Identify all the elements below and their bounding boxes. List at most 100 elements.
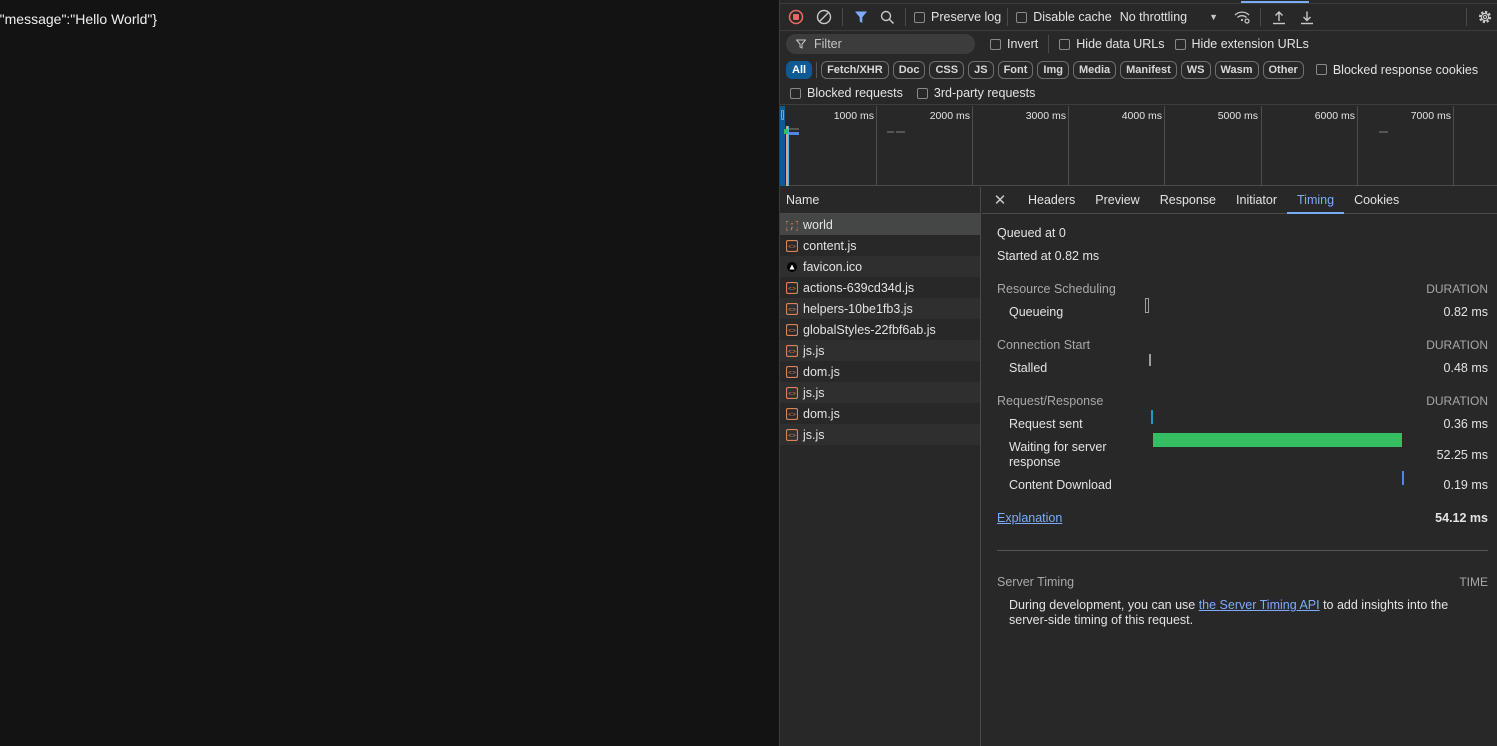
started-at-text: Started at 0.82 ms <box>997 249 1100 263</box>
timing-row-queueing: Queueing 0.82 ms <box>1009 305 1488 319</box>
export-har-button[interactable] <box>1295 6 1319 28</box>
request-row[interactable]: favicon.ico <box>780 256 980 277</box>
search-button[interactable] <box>875 6 899 28</box>
request-name: favicon.ico <box>803 259 863 274</box>
invert-checkbox[interactable]: Invert <box>990 37 1038 51</box>
script-file-icon: <> <box>786 323 798 336</box>
filter-input[interactable]: Filter <box>786 34 975 54</box>
response-body-text: {"message":"Hello World"} <box>0 11 158 27</box>
script-file-icon: <> <box>786 428 798 441</box>
type-filter-wasm[interactable]: Wasm <box>1214 60 1259 79</box>
explanation-link[interactable]: Explanation <box>997 511 1062 525</box>
server-timing-api-link[interactable]: the Server Timing API <box>1199 598 1320 612</box>
preserve-log-checkbox[interactable]: Preserve log <box>914 10 1001 24</box>
timing-bar <box>1152 433 1403 447</box>
tab-cookies[interactable]: Cookies <box>1344 187 1409 213</box>
timing-bar <box>1402 471 1405 485</box>
download-icon <box>1301 11 1314 24</box>
timeline-tick-label: 3000 ms <box>1025 110 1066 122</box>
request-row[interactable]: <> js.js <box>780 340 980 361</box>
section-request-response: Request/Response DURATION <box>997 394 1488 408</box>
settings-button[interactable] <box>1473 6 1497 28</box>
tab-initiator[interactable]: Initiator <box>1226 187 1287 213</box>
json-file-icon: {;} <box>786 219 798 231</box>
type-filter-all[interactable]: All <box>786 60 813 79</box>
wifi-settings-icon <box>1234 11 1250 24</box>
timeline-tick-label: 1000 ms <box>833 110 874 122</box>
name-column-header[interactable]: Name <box>780 187 980 214</box>
disable-cache-checkbox[interactable]: Disable cache <box>1016 10 1112 24</box>
third-party-requests-checkbox[interactable]: 3rd-party requests <box>916 86 1035 100</box>
svg-text:<>: <> <box>788 285 796 292</box>
type-filter-css[interactable]: CSS <box>929 60 965 79</box>
request-row[interactable]: <> dom.js <box>780 361 980 382</box>
request-row[interactable]: <> content.js <box>780 235 980 256</box>
request-row[interactable]: <> dom.js <box>780 403 980 424</box>
svg-text:<>: <> <box>788 411 796 418</box>
request-row[interactable]: <> actions-639cd34d.js <box>780 277 980 298</box>
type-filter-doc[interactable]: Doc <box>892 60 926 79</box>
svg-text:<>: <> <box>788 390 796 397</box>
network-toolbar: Preserve log Disable cache No throttling… <box>780 4 1497 31</box>
type-filter-media[interactable]: Media <box>1072 60 1117 79</box>
timeline-handle-grip <box>781 110 784 120</box>
clear-button[interactable] <box>812 6 836 28</box>
request-name: dom.js <box>803 364 840 379</box>
divider <box>997 550 1488 551</box>
request-name: js.js <box>803 343 825 358</box>
tab-response[interactable]: Response <box>1150 187 1226 213</box>
timeline-gridline <box>1068 106 1069 186</box>
upload-icon <box>1273 10 1286 24</box>
script-file-icon: <> <box>786 344 798 357</box>
request-name: globalStyles-22fbf6ab.js <box>803 322 936 337</box>
request-row[interactable]: <> js.js <box>780 424 980 445</box>
tab-timing[interactable]: Timing <box>1287 187 1345 214</box>
type-filter-fetch-xhr[interactable]: Fetch/XHR <box>821 60 889 79</box>
svg-text:<>: <> <box>788 432 796 439</box>
request-name: js.js <box>803 427 825 442</box>
gear-icon <box>1478 10 1492 24</box>
close-detail-button[interactable]: ✕ <box>982 187 1018 213</box>
image-file-icon <box>786 261 798 273</box>
request-row[interactable]: <> helpers-10be1fb3.js <box>780 298 980 319</box>
filter-icon <box>855 11 867 23</box>
type-filter-manifest[interactable]: Manifest <box>1120 60 1177 79</box>
request-name: world <box>803 217 833 232</box>
request-row[interactable]: <> js.js <box>780 382 980 403</box>
type-filter-other[interactable]: Other <box>1262 60 1304 79</box>
tab-headers[interactable]: Headers <box>1018 187 1085 213</box>
queued-at-text: Queued at 0 <box>997 226 1066 240</box>
filter-bar: Filter Invert Hide data URLs Hide extens… <box>780 31 1497 57</box>
chevron-down-icon: ▼ <box>1209 12 1219 22</box>
blocked-response-cookies-checkbox[interactable]: Blocked response cookies <box>1315 63 1478 77</box>
record-button[interactable] <box>784 6 808 28</box>
request-row[interactable]: <> globalStyles-22fbf6ab.js <box>780 319 980 340</box>
tab-preview[interactable]: Preview <box>1085 187 1149 213</box>
timing-bar <box>1151 410 1154 424</box>
timing-row-waiting-duration: 52.25 ms <box>1436 448 1488 462</box>
script-file-icon: <> <box>786 386 798 399</box>
request-list: Name {;} world <> content.js favicon.ico <> ac… <box>780 187 981 746</box>
request-name: actions-639cd34d.js <box>803 280 915 295</box>
hide-data-urls-checkbox[interactable]: Hide data URLs <box>1059 37 1165 51</box>
timeline-request-bar <box>784 129 788 134</box>
detail-tabs: ✕ Headers Preview Response Initiator Tim… <box>982 187 1497 214</box>
svg-text:<>: <> <box>788 369 796 376</box>
type-filter-ws[interactable]: WS <box>1180 60 1211 79</box>
type-filter-js[interactable]: JS <box>968 60 994 79</box>
type-filter-font[interactable]: Font <box>997 60 1034 79</box>
throttling-select[interactable]: No throttling ▼ <box>1120 10 1218 24</box>
timeline-overview[interactable]: 1000 ms 2000 ms 3000 ms 4000 ms 5000 ms … <box>780 106 1497 186</box>
timeline-gridline <box>1357 106 1358 186</box>
type-filter-img[interactable]: Img <box>1037 60 1069 79</box>
network-conditions-button[interactable] <box>1230 6 1254 28</box>
request-row[interactable]: {;} world <box>780 214 980 235</box>
import-har-button[interactable] <box>1267 6 1291 28</box>
timeline-tick-label: 5000 ms <box>1217 110 1258 122</box>
filter-toggle-button[interactable] <box>849 6 873 28</box>
blocked-requests-checkbox[interactable]: Blocked requests <box>790 86 903 100</box>
timing-bar <box>1148 354 1151 366</box>
timeline-gridline <box>972 106 973 186</box>
resource-type-filters: All Fetch/XHR Doc CSS JS Font Img Media … <box>780 57 1497 82</box>
hide-extension-urls-checkbox[interactable]: Hide extension URLs <box>1174 37 1309 51</box>
